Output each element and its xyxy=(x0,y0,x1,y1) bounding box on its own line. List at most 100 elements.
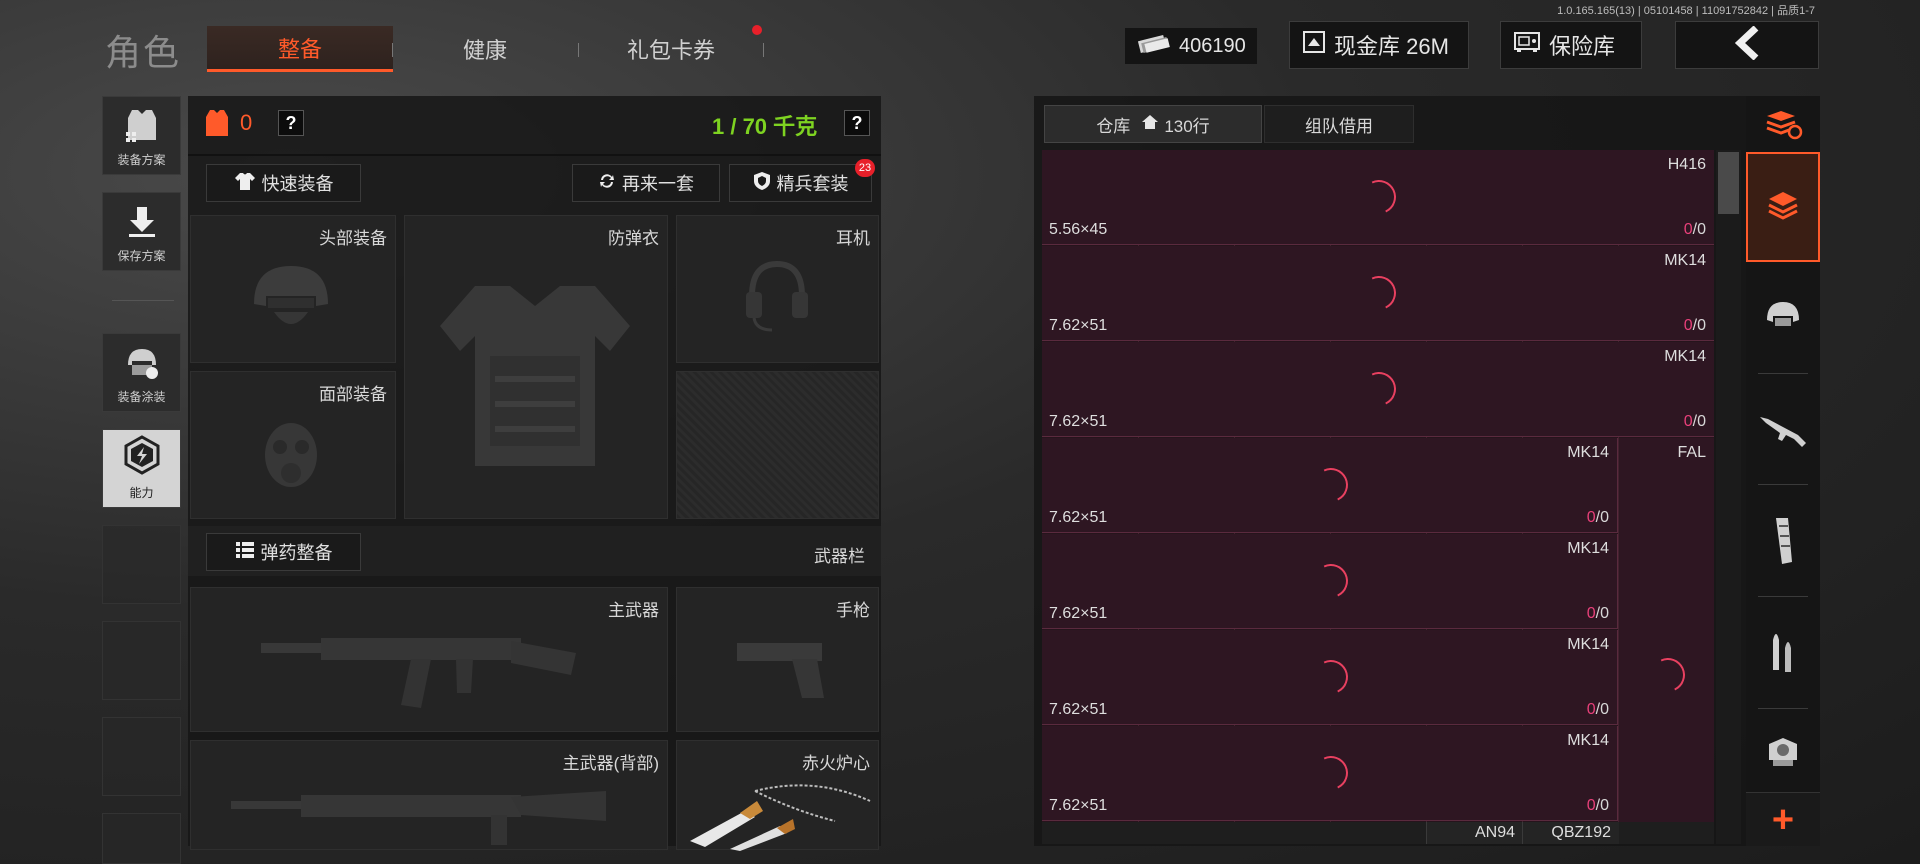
item-count: 0/0 xyxy=(1684,413,1706,431)
warehouse-item-tall[interactable]: FAL xyxy=(1619,438,1714,822)
category-rifle[interactable] xyxy=(1746,376,1820,486)
item-name: MK14 xyxy=(1664,252,1706,269)
empty-gear-slot xyxy=(676,371,879,519)
cash-stack-icon xyxy=(1137,32,1171,60)
ammo-prep-label: 弹药整备 xyxy=(260,543,333,563)
warehouse-grid: H416 5.56×45 0/0 MK14 7.62×51 0/0 MK14 7… xyxy=(1042,150,1714,844)
loading-icon xyxy=(1309,559,1353,603)
melee-slot[interactable]: 赤火炉心 xyxy=(676,740,879,851)
rail-label: 装备方案 xyxy=(117,153,166,167)
tab-label: 组队借用 xyxy=(1305,116,1373,136)
save-plan-button[interactable]: 保存方案 xyxy=(102,192,181,271)
quick-equip-button[interactable]: 快速装备 xyxy=(206,164,361,202)
pistol-slot[interactable]: 手枪 xyxy=(676,587,879,732)
shield-icon xyxy=(753,171,771,196)
warehouse-item[interactable]: MK14 7.62×51 0/0 xyxy=(1042,342,1714,437)
primary-weapon-slot[interactable]: 主武器 xyxy=(190,587,668,732)
count-current: 0 xyxy=(1683,221,1693,238)
rail-empty-slot xyxy=(102,621,181,700)
item-caliber: 7.62×51 xyxy=(1049,701,1108,718)
another-set-button[interactable]: 再来一套 xyxy=(572,164,720,202)
item-name: AN94 xyxy=(1474,824,1515,841)
currency-value: 406190 xyxy=(1179,34,1246,57)
slot-label: 面部装备 xyxy=(319,385,387,404)
rail-empty-slot xyxy=(102,813,181,864)
face-gear-slot[interactable]: 面部装备 xyxy=(190,371,396,519)
loading-icon xyxy=(1357,175,1401,219)
weapon-bar-label: 武器栏 xyxy=(814,547,865,566)
tab-gift-coupons[interactable]: 礼包卡券 xyxy=(578,26,764,72)
warehouse-item[interactable]: MK14 7.62×51 0/0 xyxy=(1042,438,1618,533)
loading-icon xyxy=(1309,463,1353,507)
category-scope[interactable] xyxy=(1746,708,1820,800)
ammo-prep-button[interactable]: 弹药整备 xyxy=(206,533,361,571)
headset-icon xyxy=(742,256,812,341)
layers-swap-button[interactable] xyxy=(1746,152,1820,262)
helmet-paint-icon xyxy=(122,343,162,384)
cash-vault-button[interactable]: 现金库 26M xyxy=(1289,21,1469,69)
rail-label: 装备涂装 xyxy=(117,390,166,404)
ability-button[interactable]: 能力 xyxy=(102,429,181,508)
rail-divider xyxy=(112,300,174,301)
item-count: 0/0 xyxy=(1684,317,1706,335)
warehouse-item[interactable]: MK14 7.62×51 0/0 xyxy=(1042,726,1618,821)
gear-skin-button[interactable]: 装备涂装 xyxy=(102,333,181,412)
warehouse-item[interactable]: MK14 7.62×51 0/0 xyxy=(1042,630,1618,725)
add-category-button[interactable]: + xyxy=(1746,792,1820,846)
warehouse-item[interactable]: QBZ192 xyxy=(1522,822,1619,844)
slot-label: 主武器(背部) xyxy=(562,754,659,773)
tab-team-borrow[interactable]: 组队借用 xyxy=(1264,105,1414,143)
back-button[interactable] xyxy=(1675,21,1819,69)
warehouse-scrollbar[interactable] xyxy=(1716,150,1741,844)
rail-label: 保存方案 xyxy=(117,249,166,263)
rail-empty-slot xyxy=(102,525,181,604)
help-button[interactable]: ? xyxy=(278,110,304,136)
loading-icon xyxy=(1646,653,1690,697)
tab-health[interactable]: 健康 xyxy=(392,26,578,72)
headset-slot[interactable]: 耳机 xyxy=(676,215,879,363)
warehouse-item[interactable]: MK14 7.62×51 0/0 xyxy=(1042,534,1618,629)
cash-vault-label: 现金库 26M xyxy=(1334,34,1449,59)
warehouse-item[interactable]: MK14 7.62×51 0/0 xyxy=(1042,246,1714,341)
elite-set-button[interactable]: 精兵套装 xyxy=(729,164,872,202)
slot-label: 耳机 xyxy=(836,229,870,248)
loading-icon xyxy=(1357,367,1401,411)
category-helmet[interactable] xyxy=(1746,266,1820,366)
primary-weapon-back-slot[interactable]: 主武器(背部) xyxy=(190,740,668,850)
download-icon xyxy=(125,204,159,241)
rail-divider xyxy=(1758,484,1808,485)
another-set-label: 再来一套 xyxy=(622,174,694,194)
head-gear-slot[interactable]: 头部装备 xyxy=(190,215,396,363)
rows-count: 130行 xyxy=(1164,116,1210,136)
vest-grid-icon xyxy=(122,106,162,147)
gas-mask-icon xyxy=(256,417,326,502)
body-armor-icon xyxy=(435,276,635,481)
warehouse-item[interactable]: AN94 xyxy=(1426,822,1523,844)
item-caliber: 7.62×51 xyxy=(1049,509,1108,526)
tab-equip[interactable]: 整备 xyxy=(207,26,393,72)
weight-display: 1 / 70 千克 xyxy=(712,114,818,139)
category-magazine[interactable] xyxy=(1746,488,1820,598)
warehouse-item[interactable]: H416 5.56×45 0/0 xyxy=(1042,150,1714,245)
plus-icon: + xyxy=(1771,798,1795,841)
stack-refresh-icon xyxy=(1763,108,1803,145)
loadout-plan-button[interactable]: 装备方案 xyxy=(102,96,181,175)
item-count: 0/0 xyxy=(1587,701,1609,719)
weight-help-button[interactable]: ? xyxy=(844,110,870,136)
slot-label: 主武器 xyxy=(608,601,659,620)
safe-button[interactable]: 保险库 xyxy=(1500,21,1642,69)
item-name: H416 xyxy=(1667,156,1706,173)
count-total: /0 xyxy=(1692,413,1706,430)
item-caliber: 7.62×51 xyxy=(1049,605,1108,622)
pistol-icon xyxy=(732,633,832,708)
body-armor-slot[interactable]: 防弹衣 xyxy=(404,215,668,519)
tab-label: 健康 xyxy=(462,38,507,63)
category-ammo[interactable] xyxy=(1746,598,1820,708)
loading-icon xyxy=(1309,751,1353,795)
tab-warehouse[interactable]: 仓库 130行 xyxy=(1044,105,1262,143)
scroll-thumb[interactable] xyxy=(1718,152,1739,214)
currency-display: 406190 xyxy=(1125,28,1257,64)
loading-icon xyxy=(1309,655,1353,699)
stack-refresh-button[interactable] xyxy=(1746,96,1820,156)
ammo-list-icon xyxy=(235,541,255,564)
